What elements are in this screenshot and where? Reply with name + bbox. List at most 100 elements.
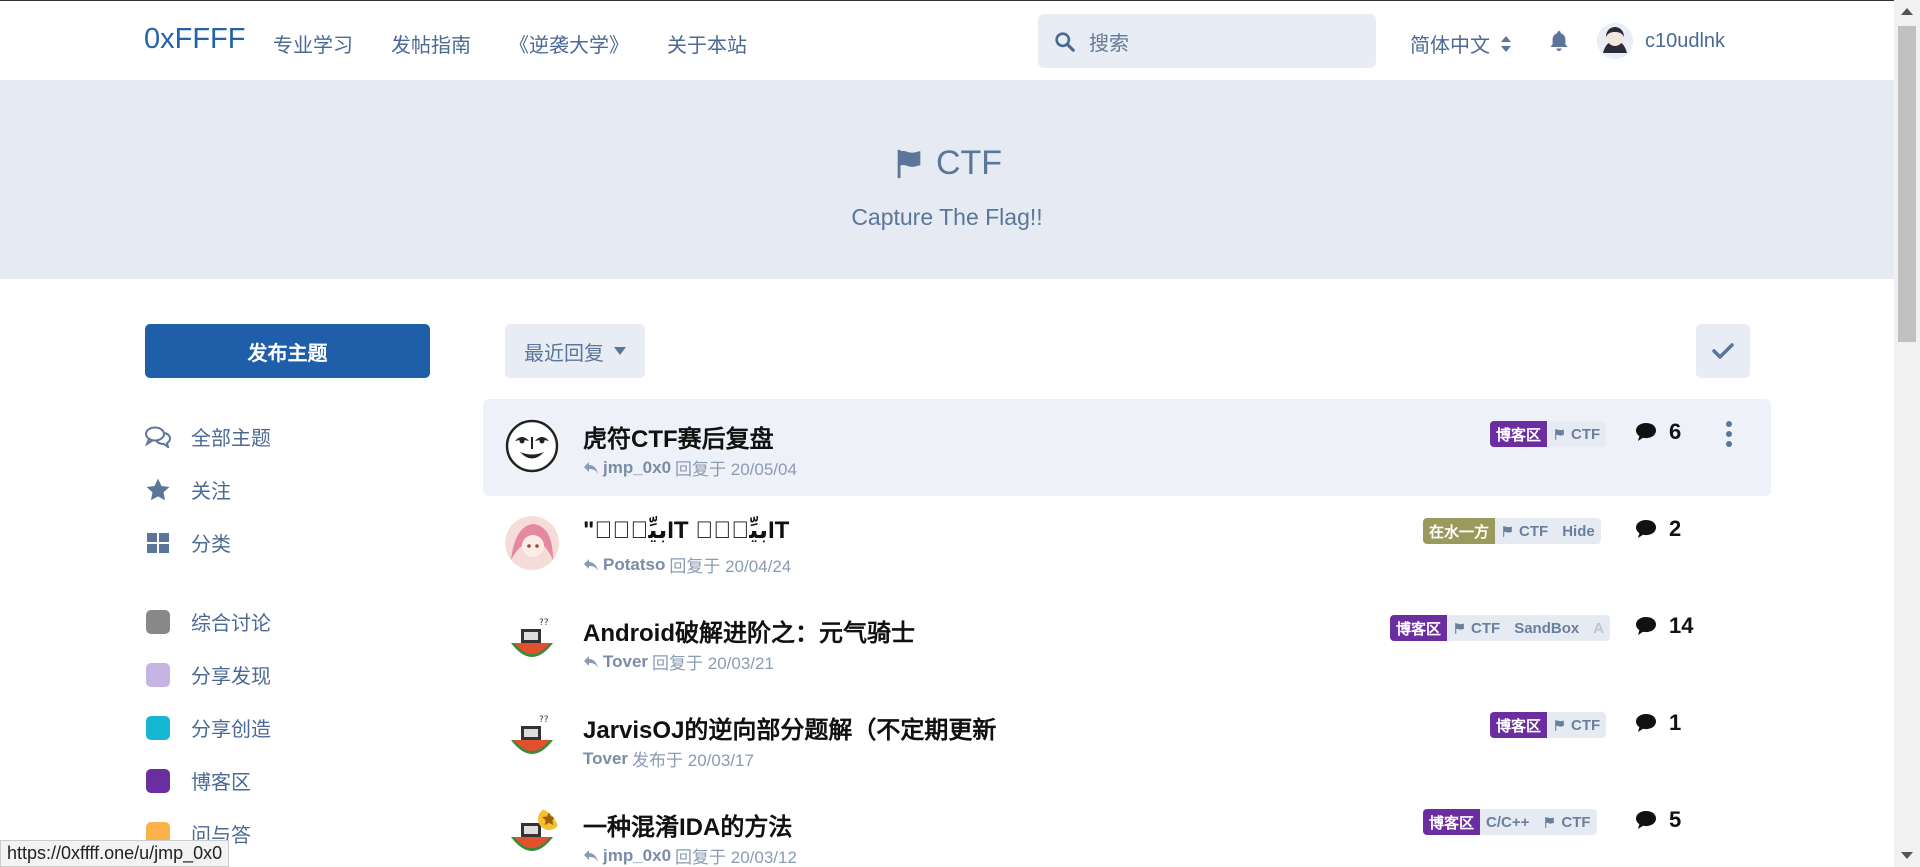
comment-icon — [1636, 423, 1656, 441]
search-icon — [1055, 31, 1075, 52]
hero-title: CTF — [0, 144, 1894, 183]
grid-icon — [145, 530, 171, 556]
page-scrollbar[interactable] — [1894, 0, 1920, 867]
discussion-title[interactable]: "ﺑﻴِّﺮُؚIT ﺑﻴِّﺮُؚIT — [583, 516, 789, 545]
discussion-row[interactable]: 一种混淆IDA的方法 jmp_0x0 回复于 20/03/12 博客区 C/C+… — [483, 787, 1771, 867]
sidebar-tag-label: 综合讨论 — [191, 613, 271, 635]
link-status-bar: https://0xffff.one/u/jmp_0x0 — [0, 840, 230, 867]
author-avatar[interactable]: ?? — [505, 613, 559, 667]
author-name[interactable]: jmp_0x0 — [603, 846, 671, 866]
discussion-title[interactable]: 一种混淆IDA的方法 — [583, 807, 792, 842]
discussion-title[interactable]: JarvisOJ的逆向部分题解（不定期更新 — [583, 710, 996, 745]
tag-badge[interactable]: SandBox — [1514, 620, 1579, 637]
bell-icon[interactable] — [1547, 29, 1571, 53]
sidebar-tag-share-create[interactable]: 分享创造 — [145, 713, 271, 742]
author-name[interactable]: jmp_0x0 — [603, 458, 671, 478]
top-navbar: 0xFFFF 专业学习 发帖指南 《逆袭大学》 关于本站 搜索 简体中文 c10… — [0, 0, 1894, 80]
tag-badge-primary[interactable]: 博客区 — [1490, 421, 1548, 447]
sidebar-tag-general[interactable]: 综合讨论 — [145, 607, 271, 636]
tag-badge-primary[interactable]: 在水一方 — [1423, 518, 1496, 544]
tag-badge[interactable]: CTF — [1543, 814, 1591, 831]
discussion-row[interactable]: ?? JarvisOJ的逆向部分题解（不定期更新 Tover 发布于 20/03… — [483, 690, 1771, 787]
discussion-row[interactable]: "ﺑﻴِّﺮُؚIT ﺑﻴِّﺮُؚIT Potatso 回复于 20/04/2… — [483, 496, 1771, 593]
tag-badge[interactable]: A — [1593, 620, 1604, 637]
author-avatar[interactable] — [505, 516, 559, 570]
sidebar-tag-share-discover[interactable]: 分享发现 — [145, 660, 271, 689]
user-avatar[interactable] — [1597, 23, 1633, 59]
discussion-meta: Tover 回复于 20/03/21 — [583, 649, 774, 674]
sort-label: 最近回复 — [524, 342, 604, 365]
site-logo[interactable]: 0xFFFF — [144, 23, 246, 56]
nav-link-study[interactable]: 专业学习 — [273, 29, 353, 58]
nav-link-about[interactable]: 关于本站 — [667, 29, 747, 58]
sidebar-tag-blog[interactable]: 博客区 — [145, 766, 251, 795]
author-avatar[interactable] — [505, 419, 559, 473]
tag-color-swatch — [146, 715, 170, 740]
last-activity: 回复于 20/05/04 — [675, 460, 797, 479]
username[interactable]: c10udlnk — [1645, 30, 1725, 53]
author-name[interactable]: Tover — [583, 749, 628, 769]
hero-subtitle: Capture The Flag!! — [851, 204, 1043, 230]
reply-icon — [584, 461, 598, 474]
star-icon — [145, 477, 171, 503]
flag-icon — [897, 149, 921, 178]
reply-count: 2 — [1635, 516, 1681, 542]
discussion-row[interactable]: ?? Android破解进阶之：元气骑士 Tover 回复于 20/03/21 … — [483, 593, 1771, 690]
mark-all-read-button[interactable] — [1696, 324, 1750, 378]
search-input[interactable]: 搜索 — [1038, 14, 1376, 68]
tag-badge-primary[interactable]: 博客区 — [1490, 712, 1548, 738]
author-name[interactable]: Potatso — [603, 555, 665, 575]
check-icon — [1712, 343, 1734, 359]
sidebar-item-all-discussions[interactable]: 全部主题 — [145, 422, 271, 451]
author-avatar[interactable] — [505, 807, 559, 861]
sidebar-item-categories[interactable]: 分类 — [145, 528, 231, 557]
sidebar-item-following[interactable]: 关注 — [145, 475, 231, 504]
nav-link-guide[interactable]: 发帖指南 — [391, 29, 471, 58]
reply-icon — [584, 849, 598, 862]
sort-dropdown[interactable]: 最近回复 — [505, 324, 645, 378]
comment-icon — [1636, 617, 1656, 635]
language-selector[interactable]: 简体中文 — [1410, 29, 1512, 58]
discussion-title[interactable]: 虎符CTF赛后复盘 — [583, 419, 774, 454]
scrollbar-thumb[interactable] — [1898, 26, 1916, 342]
comment-icon — [1636, 811, 1656, 829]
reply-count: 14 — [1635, 613, 1693, 639]
sidebar-item-label: 关注 — [191, 481, 231, 503]
tag-badge[interactable]: CTF — [1553, 426, 1600, 443]
tag-badge[interactable]: CTF — [1553, 717, 1600, 734]
tag-badge[interactable]: C/C++ — [1486, 814, 1529, 831]
svg-text:??: ?? — [539, 715, 549, 725]
main-nav: 专业学习 发帖指南 《逆袭大学》 关于本站 — [273, 29, 747, 58]
hero-title-text: CTF — [935, 144, 1003, 182]
more-options-icon[interactable] — [1726, 421, 1734, 447]
tag-badge-primary[interactable]: 博客区 — [1390, 615, 1448, 641]
scroll-down-arrow-icon[interactable] — [1901, 852, 1913, 859]
discussion-row[interactable]: 虎符CTF赛后复盘 jmp_0x0 回复于 20/05/04 博客区 CTF 6 — [483, 399, 1771, 496]
caret-down-icon — [614, 347, 626, 355]
discussion-meta: jmp_0x0 回复于 20/03/12 — [583, 843, 797, 867]
comment-icon — [1636, 520, 1656, 538]
comment-icon — [1636, 714, 1656, 732]
author-avatar[interactable]: ?? — [505, 710, 559, 764]
discussion-tags: 在水一方 CTF Hide — [1423, 518, 1601, 544]
tag-color-swatch — [146, 768, 170, 793]
new-discussion-button[interactable]: 发布主题 — [145, 324, 430, 378]
tag-badge[interactable]: Hide — [1562, 523, 1595, 540]
flag-icon — [1503, 525, 1512, 537]
nav-link-university[interactable]: 《逆袭大学》 — [509, 29, 629, 58]
reply-icon — [584, 655, 598, 668]
discussion-meta: Tover 发布于 20/03/17 — [583, 746, 754, 771]
last-activity: 回复于 20/03/21 — [652, 654, 774, 673]
tag-badge[interactable]: CTF — [1453, 620, 1500, 637]
author-name[interactable]: Tover — [603, 652, 648, 672]
sidebar-tag-label: 博客区 — [191, 772, 251, 794]
discussion-meta: Potatso 回复于 20/04/24 — [583, 552, 791, 577]
sidebar-tag-label: 分享发现 — [191, 666, 271, 688]
tag-badge[interactable]: CTF — [1501, 523, 1548, 540]
discussion-tags: 博客区 CTF — [1490, 421, 1607, 447]
discussion-title[interactable]: Android破解进阶之：元气骑士 — [583, 613, 915, 648]
tag-color-swatch — [146, 609, 170, 634]
tag-badge-primary[interactable]: 博客区 — [1423, 809, 1481, 835]
scroll-up-arrow-icon[interactable] — [1901, 8, 1913, 15]
language-label: 简体中文 — [1410, 35, 1490, 57]
